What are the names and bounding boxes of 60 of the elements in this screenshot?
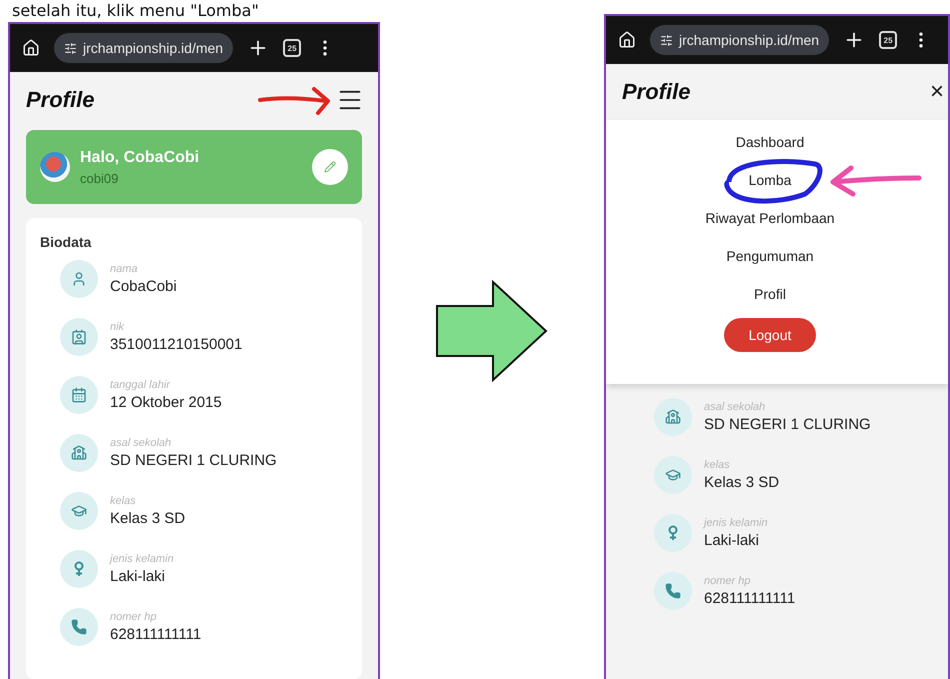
- logout-button[interactable]: Logout: [724, 318, 816, 352]
- instruction-caption: setelah itu, klik menu "Lomba": [11, 0, 260, 22]
- field-value: 3510011210150001: [110, 336, 242, 353]
- tab-count-button[interactable]: 25: [879, 31, 898, 49]
- pencil-icon: [324, 161, 336, 173]
- menu-item[interactable]: Riwayat Perlombaan: [705, 210, 835, 226]
- right-arrow-icon: [435, 280, 549, 382]
- field-value: CobaCobi: [110, 278, 177, 295]
- field-label: jenis kelamin: [110, 553, 174, 565]
- url-text: jrchampionship.id/men: [83, 40, 224, 56]
- graduation-cap-icon: [665, 467, 681, 483]
- field-label: asal sekolah: [110, 437, 172, 449]
- field-label: nik: [110, 321, 126, 333]
- page-title: Profile: [622, 79, 690, 105]
- field-label: nomer hp: [110, 611, 158, 623]
- field-value: SD NEGERI 1 CLURING: [110, 452, 277, 469]
- menu-item[interactable]: Lomba: [748, 172, 792, 188]
- id-card-icon: [71, 329, 87, 345]
- female-symbol-icon: [667, 525, 679, 541]
- field-value: Kelas 3 SD: [704, 474, 780, 491]
- field-label: asal sekolah: [704, 401, 766, 413]
- building-icon: [665, 409, 681, 425]
- field-label: jenis kelamin: [704, 517, 768, 529]
- hand-drawn-arrow-icon: [258, 86, 332, 116]
- phone-icon: [71, 619, 87, 635]
- calendar-icon: [71, 387, 87, 403]
- field-label: nomer hp: [704, 575, 752, 587]
- menu-item[interactable]: Dashboard: [736, 134, 804, 150]
- home-icon[interactable]: [618, 31, 636, 49]
- site-settings-icon[interactable]: [64, 42, 77, 54]
- graduation-cap-icon: [71, 503, 87, 519]
- field-label: kelas: [110, 495, 137, 507]
- field-label: tanggal lahir: [110, 379, 172, 391]
- tab-count-button[interactable]: 25: [283, 39, 302, 57]
- phone-icon: [665, 583, 681, 599]
- field-label: nama: [110, 263, 139, 275]
- close-button[interactable]: ×: [930, 78, 944, 106]
- home-icon[interactable]: [22, 39, 40, 57]
- field-value: Laki-laki: [704, 532, 760, 549]
- field-value: Laki-laki: [110, 568, 166, 585]
- address-bar[interactable]: jrchampionship.id/men: [54, 33, 234, 63]
- field-value: 12 Oktober 2015: [110, 394, 222, 411]
- section-title: Biodata: [40, 234, 92, 250]
- page-title: Profile: [26, 87, 94, 113]
- username-text: cobi09: [80, 170, 120, 186]
- address-bar[interactable]: jrchampionship.id/men: [650, 25, 830, 55]
- field-value: Kelas 3 SD: [110, 510, 186, 527]
- site-settings-icon[interactable]: [660, 34, 673, 46]
- url-text: jrchampionship.id/men: [679, 32, 820, 48]
- field-value: 628111111111: [110, 626, 202, 643]
- person-icon: [71, 271, 87, 287]
- building-icon: [71, 445, 87, 461]
- field-label: kelas: [704, 459, 731, 471]
- menu-item[interactable]: Pengumuman: [726, 248, 814, 264]
- field-value: 628111111111: [704, 590, 796, 607]
- field-value: SD NEGERI 1 CLURING: [704, 416, 871, 433]
- female-symbol-icon: [73, 561, 85, 577]
- avatar-icon: [40, 152, 70, 182]
- greeting-text: Halo, CobaCobi: [80, 148, 200, 166]
- menu-item[interactable]: Profil: [754, 286, 786, 302]
